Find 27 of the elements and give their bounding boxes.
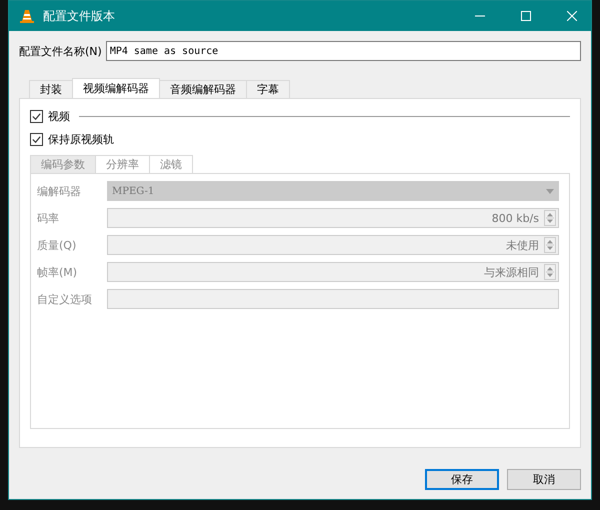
keep-track-label: 保持原视频轨	[48, 132, 114, 147]
profile-name-field[interactable]: MP4 same as source	[106, 41, 581, 61]
field-label: 编解码器	[37, 184, 82, 198]
tab[interactable]: 音频编解码器	[159, 80, 247, 98]
maximize-icon[interactable]	[521, 11, 531, 21]
field-label: 码率	[37, 210, 60, 226]
spin-arrows-icon	[544, 264, 556, 280]
spin-arrows-icon	[544, 210, 556, 226]
close-icon[interactable]	[567, 11, 577, 21]
window-title: 配置文件版本	[43, 8, 115, 24]
tab[interactable]: 封装	[29, 80, 73, 98]
tab[interactable]: 字幕	[246, 80, 290, 98]
field-label: 自定义选项	[37, 292, 93, 306]
options-field[interactable]	[107, 289, 559, 309]
field-label: 帧率(M)	[37, 264, 78, 280]
dialog-button[interactable]: 保存	[425, 469, 499, 490]
video-checkbox[interactable]	[30, 110, 43, 123]
caret-icon	[546, 188, 554, 194]
spin-arrows-icon	[544, 237, 556, 253]
field-label: 质量(Q)	[37, 238, 78, 252]
profile-name-label: 配置文件名称(N)	[19, 44, 102, 58]
keep-track-checkbox[interactable]	[30, 133, 43, 146]
tab[interactable]: 视频编解码器	[72, 78, 160, 98]
traffic-cone-icon	[19, 8, 35, 24]
dialog-button[interactable]: 取消	[507, 469, 581, 490]
video-label: 视频	[48, 109, 70, 124]
sub-tab[interactable]: 滤镜	[149, 155, 193, 173]
